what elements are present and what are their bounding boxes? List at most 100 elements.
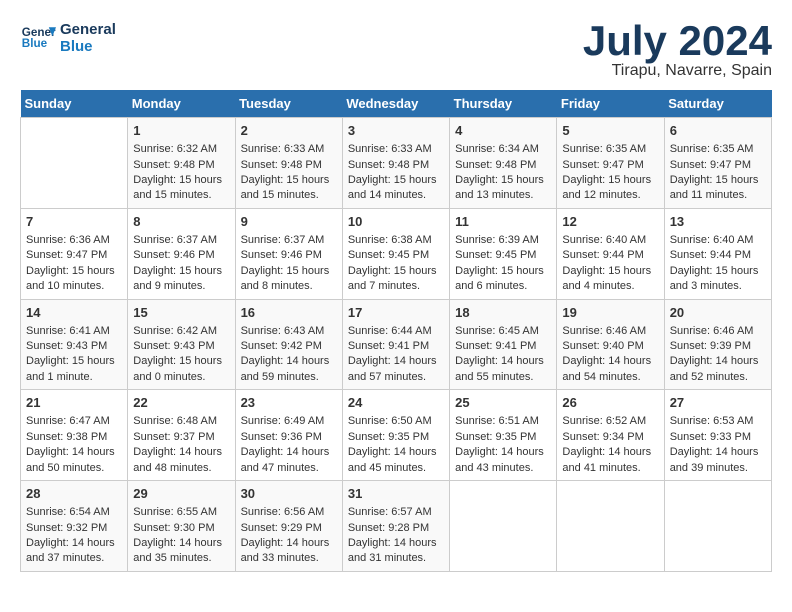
day-info-line: and 12 minutes. [562, 188, 658, 203]
day-info-line: and 41 minutes. [562, 461, 658, 476]
day-info-line: Sunrise: 6:54 AM [26, 505, 122, 520]
day-number: 8 [133, 213, 229, 231]
day-header-sunday: Sunday [21, 90, 128, 118]
day-info-line: Daylight: 14 hours [670, 445, 766, 460]
day-info-line: Sunset: 9:48 PM [133, 158, 229, 173]
day-info-line: Sunset: 9:45 PM [455, 248, 551, 263]
day-info-line: Daylight: 14 hours [26, 536, 122, 551]
day-info-line: Sunrise: 6:34 AM [455, 142, 551, 157]
week-row-4: 21Sunrise: 6:47 AMSunset: 9:38 PMDayligh… [21, 390, 772, 481]
day-info-line: Daylight: 14 hours [133, 536, 229, 551]
calendar-cell: 12Sunrise: 6:40 AMSunset: 9:44 PMDayligh… [557, 208, 664, 299]
day-info-line: and 10 minutes. [26, 279, 122, 294]
calendar-cell [664, 481, 771, 572]
day-number: 22 [133, 394, 229, 412]
day-number: 12 [562, 213, 658, 231]
calendar-table: SundayMondayTuesdayWednesdayThursdayFrid… [20, 90, 772, 572]
calendar-cell: 19Sunrise: 6:46 AMSunset: 9:40 PMDayligh… [557, 299, 664, 390]
day-info-line: Daylight: 14 hours [241, 445, 337, 460]
day-info-line: Sunset: 9:37 PM [133, 430, 229, 445]
day-info-line: Sunrise: 6:57 AM [348, 505, 444, 520]
day-info-line: Daylight: 14 hours [562, 445, 658, 460]
day-number: 10 [348, 213, 444, 231]
day-info-line: Sunrise: 6:35 AM [670, 142, 766, 157]
calendar-cell: 13Sunrise: 6:40 AMSunset: 9:44 PMDayligh… [664, 208, 771, 299]
calendar-cell: 11Sunrise: 6:39 AMSunset: 9:45 PMDayligh… [450, 208, 557, 299]
calendar-cell: 27Sunrise: 6:53 AMSunset: 9:33 PMDayligh… [664, 390, 771, 481]
day-info-line: Sunset: 9:29 PM [241, 521, 337, 536]
calendar-cell: 4Sunrise: 6:34 AMSunset: 9:48 PMDaylight… [450, 118, 557, 209]
day-number: 30 [241, 485, 337, 503]
day-info-line: Sunset: 9:43 PM [133, 339, 229, 354]
calendar-cell: 17Sunrise: 6:44 AMSunset: 9:41 PMDayligh… [342, 299, 449, 390]
day-info-line: Daylight: 14 hours [241, 536, 337, 551]
day-info-line: Sunset: 9:41 PM [455, 339, 551, 354]
calendar-cell: 26Sunrise: 6:52 AMSunset: 9:34 PMDayligh… [557, 390, 664, 481]
day-info-line: Daylight: 14 hours [455, 445, 551, 460]
day-info-line: Sunrise: 6:45 AM [455, 324, 551, 339]
day-number: 16 [241, 304, 337, 322]
day-number: 5 [562, 122, 658, 140]
day-info-line: Sunset: 9:41 PM [348, 339, 444, 354]
day-info-line: Daylight: 14 hours [133, 445, 229, 460]
calendar-cell [557, 481, 664, 572]
header-row: SundayMondayTuesdayWednesdayThursdayFrid… [21, 90, 772, 118]
day-info-line: Daylight: 15 hours [348, 173, 444, 188]
day-info-line: and 7 minutes. [348, 279, 444, 294]
day-number: 14 [26, 304, 122, 322]
calendar-cell: 1Sunrise: 6:32 AMSunset: 9:48 PMDaylight… [128, 118, 235, 209]
day-info-line: Sunrise: 6:35 AM [562, 142, 658, 157]
day-info-line: and 1 minute. [26, 370, 122, 385]
day-header-thursday: Thursday [450, 90, 557, 118]
day-info-line: Sunset: 9:42 PM [241, 339, 337, 354]
day-info-line: Sunset: 9:32 PM [26, 521, 122, 536]
day-info-line: Daylight: 15 hours [562, 173, 658, 188]
day-info-line: and 8 minutes. [241, 279, 337, 294]
day-info-line: Sunrise: 6:55 AM [133, 505, 229, 520]
day-number: 23 [241, 394, 337, 412]
day-info-line: Sunrise: 6:47 AM [26, 414, 122, 429]
day-info-line: Sunset: 9:47 PM [562, 158, 658, 173]
day-info-line: Daylight: 15 hours [241, 173, 337, 188]
day-info-line: Sunrise: 6:33 AM [241, 142, 337, 157]
calendar-cell: 6Sunrise: 6:35 AMSunset: 9:47 PMDaylight… [664, 118, 771, 209]
calendar-cell: 15Sunrise: 6:42 AMSunset: 9:43 PMDayligh… [128, 299, 235, 390]
day-header-tuesday: Tuesday [235, 90, 342, 118]
day-info-line: Sunset: 9:48 PM [241, 158, 337, 173]
day-info-line: and 47 minutes. [241, 461, 337, 476]
day-info-line: and 43 minutes. [455, 461, 551, 476]
day-info-line: and 39 minutes. [670, 461, 766, 476]
day-number: 31 [348, 485, 444, 503]
day-info-line: Sunset: 9:44 PM [562, 248, 658, 263]
day-info-line: and 15 minutes. [241, 188, 337, 203]
day-info-line: Sunrise: 6:40 AM [562, 233, 658, 248]
day-info-line: Daylight: 14 hours [26, 445, 122, 460]
day-info-line: and 13 minutes. [455, 188, 551, 203]
logo-line2: Blue [60, 38, 116, 55]
day-info-line: Daylight: 15 hours [670, 264, 766, 279]
day-info-line: Daylight: 14 hours [670, 354, 766, 369]
day-info-line: Sunrise: 6:32 AM [133, 142, 229, 157]
day-info-line: and 37 minutes. [26, 551, 122, 566]
calendar-cell: 29Sunrise: 6:55 AMSunset: 9:30 PMDayligh… [128, 481, 235, 572]
day-number: 13 [670, 213, 766, 231]
day-info-line: Sunset: 9:47 PM [670, 158, 766, 173]
day-info-line: Sunset: 9:35 PM [455, 430, 551, 445]
day-info-line: and 45 minutes. [348, 461, 444, 476]
day-info-line: and 9 minutes. [133, 279, 229, 294]
location: Tirapu, Navarre, Spain [583, 62, 772, 80]
day-info-line: Daylight: 15 hours [133, 173, 229, 188]
day-info-line: Daylight: 14 hours [241, 354, 337, 369]
day-info-line: and 54 minutes. [562, 370, 658, 385]
day-info-line: Sunrise: 6:37 AM [133, 233, 229, 248]
calendar-cell [450, 481, 557, 572]
day-number: 2 [241, 122, 337, 140]
day-info-line: and 0 minutes. [133, 370, 229, 385]
logo-line1: General [60, 21, 116, 38]
day-number: 4 [455, 122, 551, 140]
day-info-line: and 14 minutes. [348, 188, 444, 203]
day-info-line: Sunset: 9:48 PM [455, 158, 551, 173]
day-number: 29 [133, 485, 229, 503]
day-info-line: Sunrise: 6:53 AM [670, 414, 766, 429]
day-info-line: Sunrise: 6:33 AM [348, 142, 444, 157]
